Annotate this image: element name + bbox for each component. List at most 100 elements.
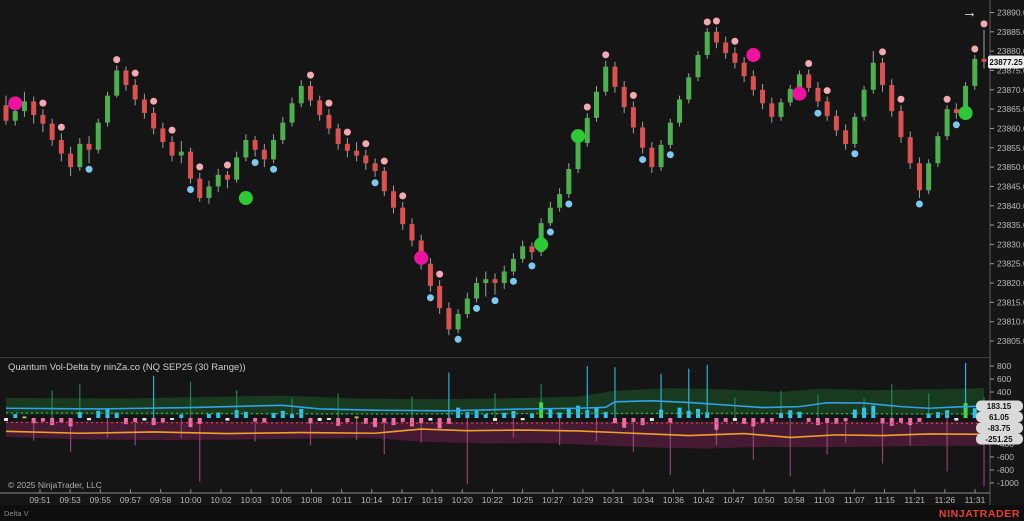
delta-bar [170, 418, 174, 420]
current-price-value: 23877.25 [989, 58, 1023, 67]
current-price-badge: 23877.25 [988, 56, 1024, 69]
price-tick-label: 23850.00 [997, 162, 1024, 172]
time-label: 10:29 [572, 495, 594, 505]
signal-dot-pink [224, 161, 231, 168]
price-tick-label: 23880.00 [997, 46, 1024, 56]
signal-dot-pink [113, 56, 120, 63]
price-tick-label: 23805.00 [997, 336, 1024, 346]
candle [400, 208, 405, 224]
delta-bar [253, 418, 257, 422]
candle [59, 140, 64, 154]
signal-dot-pink [704, 18, 711, 25]
indicator-tick-label: -800 [997, 465, 1014, 475]
candle [50, 124, 55, 140]
delta-bar [382, 418, 386, 423]
candle [612, 67, 617, 87]
delta-bar [871, 406, 875, 418]
candle [437, 286, 442, 308]
candle [529, 246, 534, 252]
candle [197, 179, 202, 198]
time-label: 11:21 [904, 495, 925, 505]
delta-bar [290, 414, 294, 418]
signal-dot-pink [307, 72, 314, 79]
candle [234, 157, 239, 179]
signal-dot-blue [510, 278, 517, 285]
delta-bar [428, 418, 432, 421]
signal-dot-pink [879, 48, 886, 55]
signal-dot-blue [528, 262, 535, 269]
candle [760, 90, 765, 104]
signal-dot-magenta [792, 87, 806, 101]
signal-dot-green [239, 191, 253, 205]
indicator-tick-label: 400 [997, 387, 1011, 397]
candle [898, 111, 903, 137]
candle [483, 279, 488, 283]
time-label: 09:58 [150, 495, 172, 505]
delta-bar [235, 410, 239, 418]
signal-dot-blue [565, 201, 572, 208]
delta-bar [336, 418, 340, 426]
indicator-badge-red: -83.75 [976, 423, 1023, 434]
delta-bar [908, 418, 912, 425]
candle [373, 163, 378, 171]
signal-dot-magenta [414, 251, 428, 265]
price-chart-panel[interactable] [0, 0, 990, 357]
candle [225, 175, 230, 180]
candle [954, 109, 959, 113]
time-label: 09:57 [120, 495, 142, 505]
delta-bar [558, 412, 562, 418]
delta-bar [124, 418, 128, 424]
candle [142, 99, 147, 113]
time-label: 10:25 [512, 495, 534, 505]
candle [576, 143, 581, 169]
price-tick-label: 23860.00 [997, 123, 1024, 133]
delta-bar [594, 408, 598, 418]
time-label: 11:15 [874, 495, 895, 505]
delta-bar [456, 408, 460, 418]
signal-dot-blue [187, 186, 194, 193]
time-label: 10:47 [723, 495, 745, 505]
candle [714, 32, 719, 43]
delta-bar [844, 418, 848, 421]
indicator-panel[interactable] [0, 358, 990, 493]
delta-bar [825, 418, 829, 423]
delta-bar [13, 414, 17, 418]
delta-bar [133, 418, 137, 422]
candle [723, 42, 728, 53]
delta-bar [355, 416, 359, 418]
candle [815, 88, 820, 102]
candle [935, 136, 940, 163]
copyright-text: © 2025 NinjaTrader, LLC [8, 480, 102, 490]
price-tick-label: 23885.00 [997, 27, 1024, 37]
signal-dot-green [571, 129, 585, 143]
signal-dot-magenta [8, 96, 22, 110]
candle [659, 145, 664, 167]
candle [68, 154, 73, 168]
candle [926, 163, 931, 190]
signal-dot-pink [399, 192, 406, 199]
price-tick-label: 23830.00 [997, 239, 1024, 249]
svg-text:183.15: 183.15 [987, 402, 1012, 411]
candle [557, 194, 562, 208]
indicator-tick-label: -1000 [997, 478, 1019, 488]
signal-dot-pink [196, 163, 203, 170]
price-tick-label: 23845.00 [997, 181, 1024, 191]
candle [391, 191, 396, 207]
delta-bar [142, 418, 146, 421]
candle [446, 308, 451, 329]
candle [465, 299, 470, 314]
signal-dot-pink [150, 98, 157, 105]
signal-dot-pink [362, 140, 369, 147]
candle [502, 271, 507, 283]
candle [908, 137, 913, 163]
candle [889, 85, 894, 111]
go-to-latest-arrow-button[interactable]: → [962, 4, 977, 21]
candle [308, 86, 313, 100]
candle [751, 76, 756, 90]
delta-bar [668, 418, 672, 423]
delta-v-tab[interactable]: Delta V [4, 509, 29, 518]
signal-dot-pink [39, 100, 46, 107]
delta-bar [96, 411, 100, 418]
delta-bar [281, 411, 285, 418]
candle [262, 150, 267, 160]
